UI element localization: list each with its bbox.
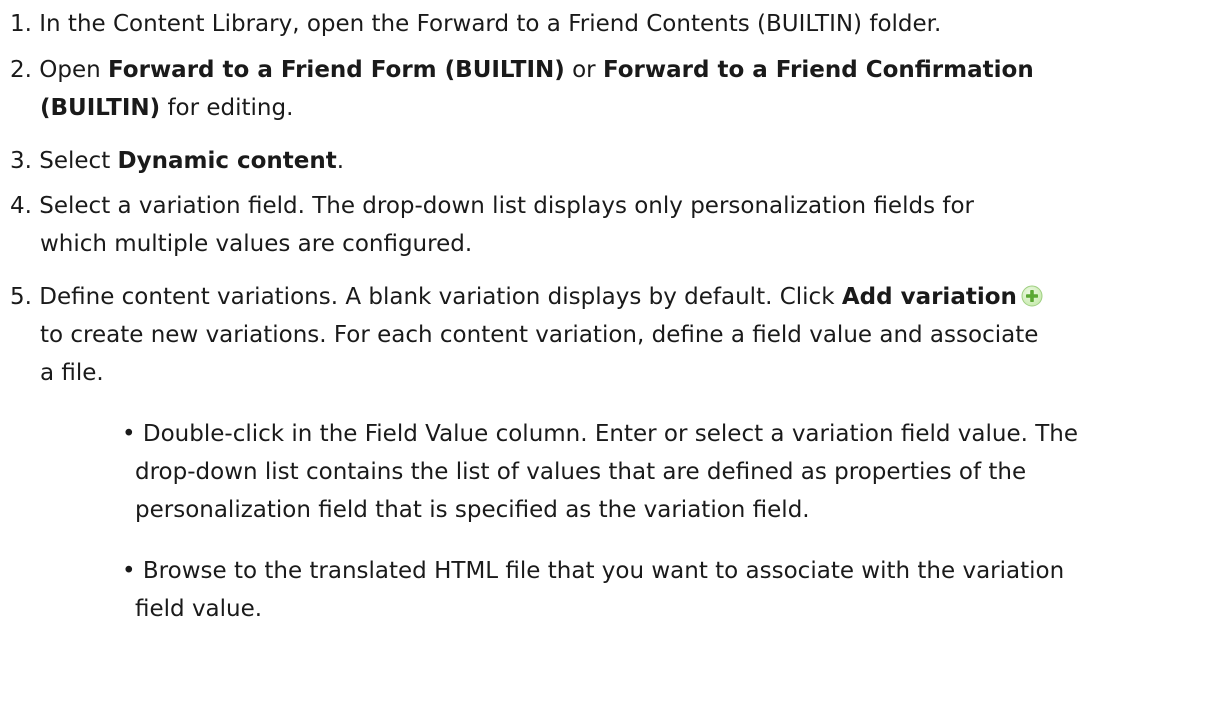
step-2-form-name: Forward to a Friend Form (BUILTIN) (108, 57, 565, 83)
step-1-text: In the Content Library, open the Forward… (39, 11, 942, 37)
step-3-dynamic-content: Dynamic content (117, 148, 337, 174)
step-3-post: . (336, 148, 345, 174)
step-1-number: 1. (10, 11, 32, 37)
step-5-add-variation: Add variation (841, 284, 1017, 310)
bullet-item-field-value: • Double-click in the Field Value column… (122, 415, 1220, 529)
step-1: 1. In the Content Library, open the Forw… (10, 5, 1210, 43)
step-4-number: 4. (10, 193, 32, 219)
bullet-1-line2: drop-down list contains the list of valu… (135, 459, 1027, 485)
bullet-2-line1: Browse to the translated HTML file that … (142, 558, 1065, 584)
add-variation-icon (1021, 281, 1043, 307)
step-2-confirmation-name: Forward to a Friend Confirmation (602, 57, 1034, 83)
step-5-line2: to create new variations. For each conte… (40, 322, 1039, 348)
step-3: 3. Select Dynamic content. (10, 142, 1210, 180)
step-5-number: 5. (10, 284, 32, 310)
step-5-line3: a file. (40, 360, 104, 386)
step-2-builtin: (BUILTIN) (40, 95, 161, 121)
step-2-pre: Open (39, 57, 109, 83)
bullet-marker: • (122, 558, 136, 584)
step-4: 4. Select a variation field. The drop-do… (10, 187, 1210, 263)
step-2: 2. Open Forward to a Friend Form (BUILTI… (10, 51, 1210, 127)
bullet-1-line3: personalization field that is specified … (135, 497, 810, 523)
step-4-line1: Select a variation field. The drop-down … (39, 193, 974, 219)
bullet-1-line1: Double-click in the Field Value column. … (142, 421, 1078, 447)
step-4-line2: which multiple values are configured. (40, 231, 473, 257)
bullet-item-browse-file: • Browse to the translated HTML file tha… (122, 552, 1220, 628)
step-2-continuation: (BUILTIN) for editing. (10, 89, 1210, 127)
instructions-document: 1. In the Content Library, open the Forw… (0, 0, 1220, 719)
step-2-post: for editing. (160, 95, 294, 121)
step-3-pre: Select (39, 148, 118, 174)
step-5: 5. Define content variations. A blank va… (10, 278, 1210, 392)
step-2-number: 2. (10, 57, 32, 83)
step-2-mid: or (564, 57, 603, 83)
bullet-2-line2: field value. (135, 596, 263, 622)
step-5-pre: Define content variations. A blank varia… (39, 284, 842, 310)
step-3-number: 3. (10, 148, 32, 174)
bullet-marker: • (122, 421, 136, 447)
